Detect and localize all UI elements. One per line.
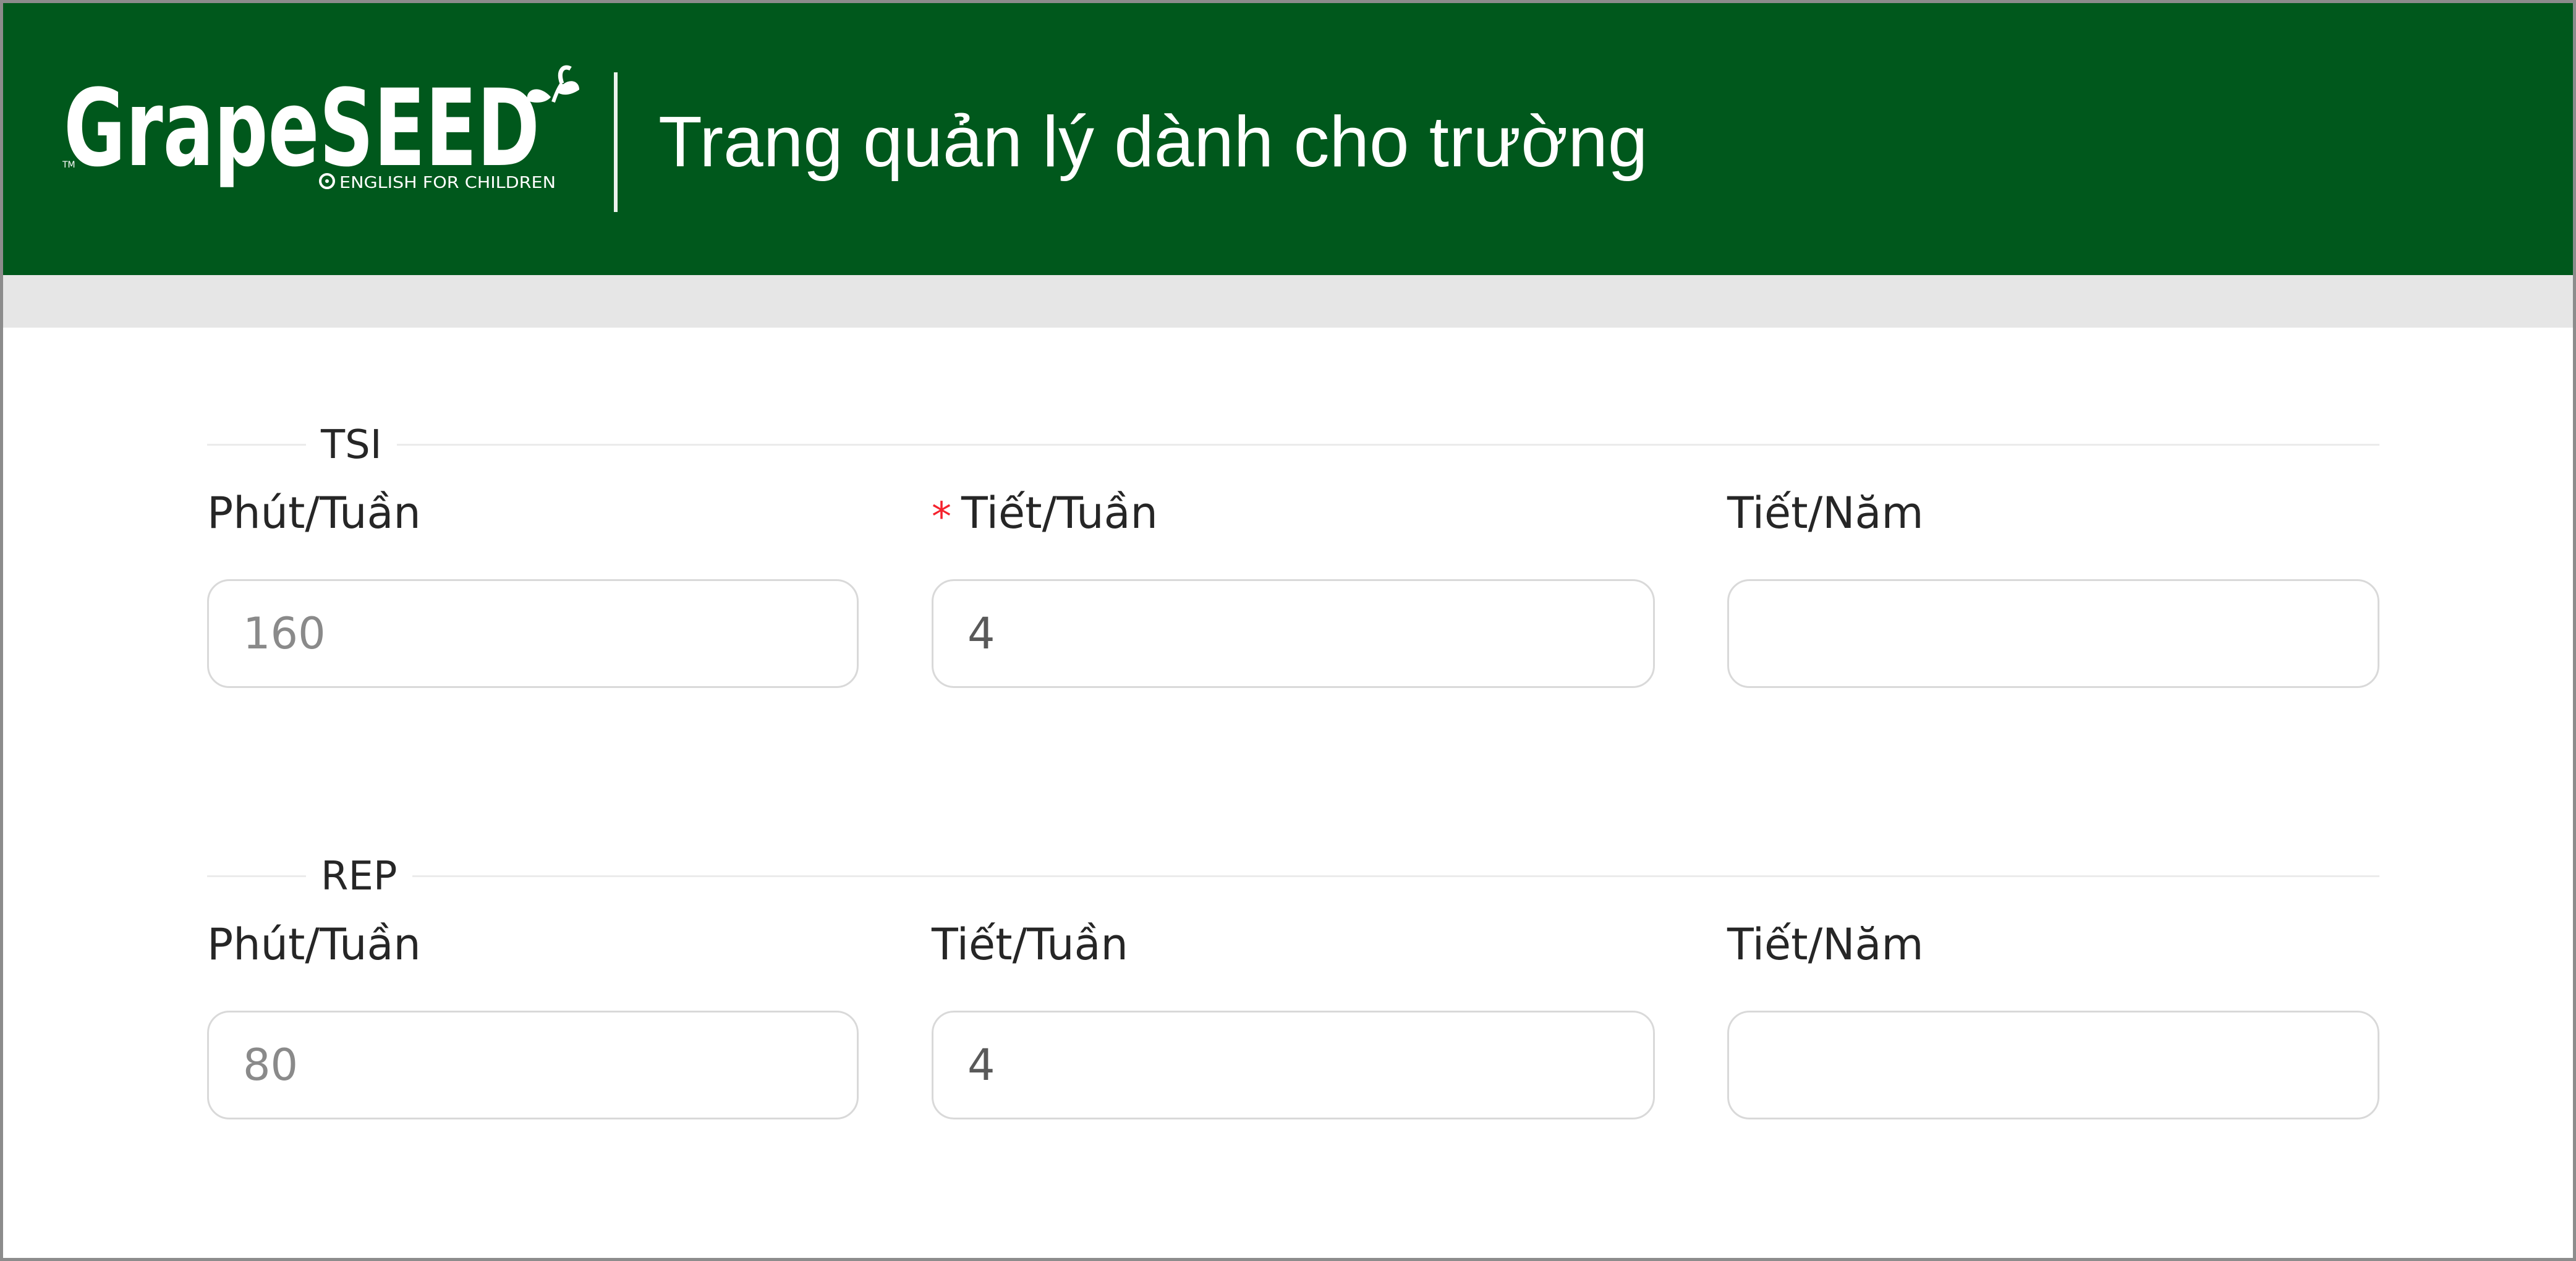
tsi-minutes-week-input[interactable] (207, 579, 859, 688)
label-tsi-minutes-week: Phút/Tuần (207, 488, 421, 538)
section-title-rep: REP (306, 852, 412, 901)
page-title: Trang quản lý dành cho trường (658, 101, 1648, 182)
section-divider (207, 444, 2379, 446)
label-tsi-periods-week: * Tiết/Tuần (932, 488, 1158, 540)
section-rep: REP Phút/Tuần Tiết/Tuần Tiết/Năm (207, 852, 2379, 1201)
rep-periods-week-input[interactable] (932, 1011, 1655, 1119)
logo-tagline: ENGLISH FOR CHILDREN (339, 174, 556, 192)
logo-trademark: TM (62, 160, 75, 170)
section-divider (207, 875, 2379, 877)
rep-periods-year-input[interactable] (1727, 1011, 2379, 1119)
header-shadow-strip (3, 275, 2573, 328)
grapeseed-logo[interactable]: GrapeSEED TM ENGLISH FOR CHILDREN (62, 65, 582, 201)
app-header: GrapeSEED TM ENGLISH FOR CHILDREN Trang … (3, 3, 2573, 275)
label-rep-minutes-week: Phút/Tuần (207, 919, 421, 970)
section-tsi: TSI Phút/Tuần *Tiết/Tuần Tiết/Năm (207, 420, 2379, 856)
tsi-periods-week-input[interactable] (932, 579, 1655, 688)
section-title-tsi: TSI (306, 420, 397, 470)
rep-minutes-week-input[interactable] (207, 1011, 859, 1119)
app-window: GrapeSEED TM ENGLISH FOR CHILDREN Trang … (0, 0, 2576, 1261)
logo-wordmark: GrapeSEED (64, 66, 540, 190)
label-rep-periods-week: Tiết/Tuần (932, 919, 1128, 970)
label-rep-periods-year: Tiết/Năm (1727, 919, 1924, 970)
tsi-periods-year-input[interactable] (1727, 579, 2379, 688)
required-asterisk: * (932, 495, 951, 540)
label-tsi-periods-year: Tiết/Năm (1727, 488, 1924, 538)
header-divider (614, 72, 618, 212)
